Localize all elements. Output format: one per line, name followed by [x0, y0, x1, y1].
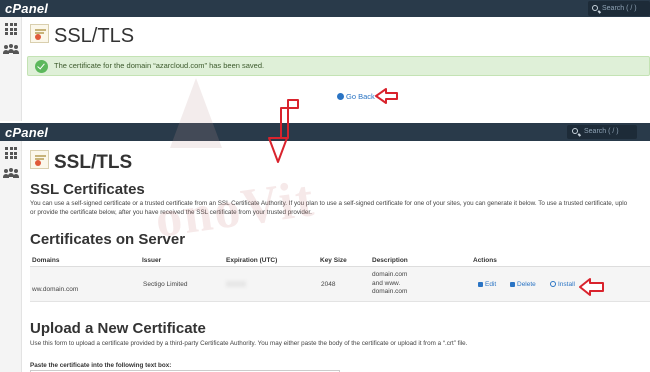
users-icon[interactable]	[3, 44, 19, 54]
table-row: ww.domain.com Sectigo Limited 2048 domai…	[30, 267, 650, 302]
composite-screenshot: cPanel Search ( / ) SSL/TLS The certific…	[0, 0, 650, 372]
delete-button[interactable]: Delete	[510, 281, 536, 288]
search-input[interactable]: Search ( / )	[588, 1, 650, 16]
ssl-certificate-icon	[30, 24, 49, 43]
search-placeholder-2: Search ( / )	[584, 128, 619, 135]
column-header-issuer[interactable]: Issuer	[142, 257, 161, 264]
description-line: domain.com	[372, 271, 408, 278]
alert-message: The certificate for the domain “azarclou…	[54, 61, 265, 70]
apps-grid-icon-2[interactable]	[5, 147, 17, 159]
upload-certificate-heading: Upload a New Certificate	[30, 320, 206, 337]
delete-label: Delete	[517, 281, 536, 288]
certificates-on-server-heading: Certificates on Server	[30, 231, 186, 248]
paste-certificate-label: Paste the certificate into the following…	[30, 362, 172, 369]
header-bar-2: cPanel Search ( / )	[0, 123, 650, 141]
ssl-description: You can use a self-signed certificate or…	[30, 199, 650, 217]
apps-grid-icon[interactable]	[5, 23, 17, 35]
search-icon	[592, 5, 598, 11]
search-placeholder: Search ( / )	[602, 5, 637, 12]
page-title-2: SSL/TLS	[54, 152, 133, 173]
annotation-arrow-go-back	[375, 88, 398, 104]
cpanel-logo[interactable]: cPanel	[5, 1, 48, 16]
ssl-description-line-2: or provide the certificate below, after …	[30, 209, 312, 216]
description-line: and www.	[372, 279, 401, 287]
edit-label: Edit	[485, 281, 497, 288]
go-back-label: Go Back	[346, 92, 375, 101]
arrow-left-circle-icon	[337, 93, 344, 100]
pencil-icon	[478, 281, 483, 287]
table-header: Domains Issuer Expiration (UTC) Key Size…	[30, 253, 650, 267]
description-line: domain.com	[372, 288, 408, 295]
column-header-key-size[interactable]: Key Size	[320, 257, 347, 264]
header-bar: cPanel Search ( / )	[0, 0, 650, 17]
go-back-link[interactable]: Go Back	[337, 92, 375, 101]
sidebar-2	[0, 141, 22, 372]
sidebar	[0, 17, 22, 121]
ssl-certificates-heading: SSL Certificates	[30, 181, 145, 198]
search-input-2[interactable]: Search ( / )	[567, 125, 637, 139]
page-title: SSL/TLS	[54, 25, 135, 47]
cell-key-size: 2048	[321, 281, 336, 288]
ssl-description-line-1: You can use a self-signed certificate or…	[30, 200, 628, 207]
install-button[interactable]: Install	[550, 281, 575, 288]
check-circle-icon	[35, 60, 48, 73]
column-header-description: Description	[372, 257, 408, 264]
edit-button[interactable]: Edit	[478, 281, 496, 288]
column-header-expiration[interactable]: Expiration (UTC)	[226, 257, 277, 264]
column-header-actions: Actions	[473, 257, 497, 264]
users-icon-2[interactable]	[3, 168, 19, 178]
search-icon-2	[572, 128, 578, 134]
success-alert: The certificate for the domain “azarclou…	[27, 56, 650, 76]
trash-icon	[510, 281, 515, 287]
cpanel-logo-2[interactable]: cPanel	[5, 125, 48, 140]
install-label: Install	[558, 281, 575, 288]
cell-description: domain.com and www. domain.com	[372, 271, 407, 297]
cell-domain: ww.domain.com	[32, 286, 79, 293]
column-header-domains[interactable]: Domains	[32, 257, 59, 264]
ssl-certificate-icon-2	[30, 150, 49, 169]
install-icon	[550, 281, 556, 287]
cell-issuer: Sectigo Limited	[143, 281, 188, 288]
cell-expiration-redacted	[226, 281, 246, 289]
upload-description: Use this form to upload a certificate pr…	[30, 340, 468, 347]
